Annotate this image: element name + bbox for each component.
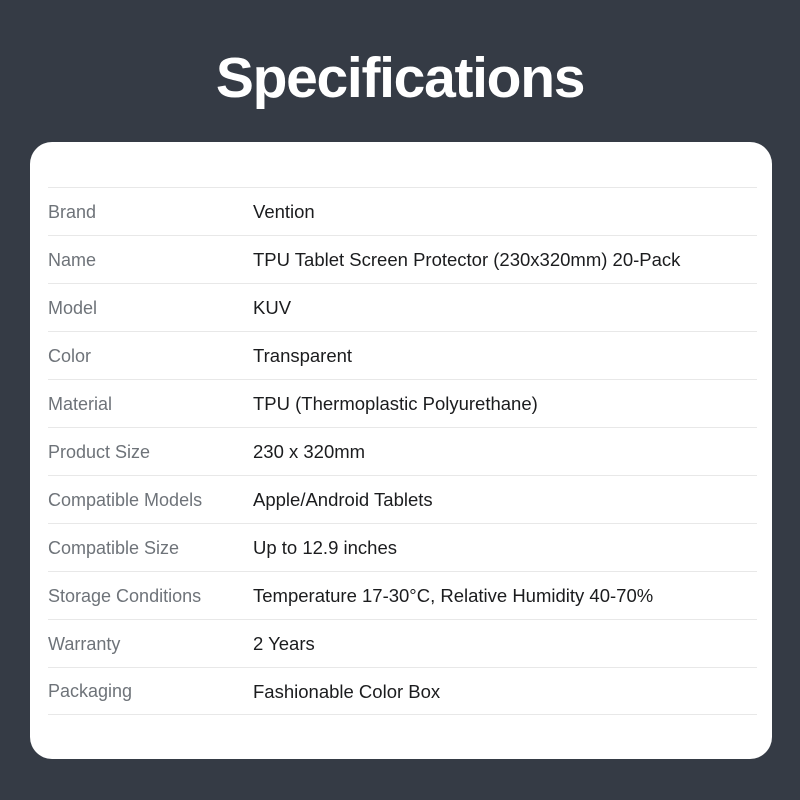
spec-label: Compatible Size <box>48 537 180 558</box>
spec-label: Storage Conditions <box>48 585 202 606</box>
table-row: Product Size 230 x 320mm <box>48 427 757 475</box>
spec-label: Warranty <box>48 633 121 654</box>
spec-label: Material <box>48 393 113 414</box>
spec-value: KUV <box>253 297 292 318</box>
table-row: Compatible Models Apple/Android Tablets <box>48 475 757 523</box>
specifications-table: Brand Vention Name TPU Tablet Screen Protec… <box>48 187 757 715</box>
spec-value: Vention <box>253 201 315 222</box>
spec-value: Fashionable Color Box <box>253 680 441 702</box>
table-row: Packaging Fashionable Color Box <box>48 667 757 715</box>
spec-label: Name <box>48 249 97 270</box>
spec-value: Temperature 17-30°C, Relative Humidity 4… <box>253 585 654 606</box>
table-row: Material TPU (Thermoplastic Polyurethane) <box>48 379 757 427</box>
page-title: Specifications <box>215 46 586 110</box>
spec-value: Up to 12.9 inches <box>253 537 397 558</box>
specifications-page: Specifications Brand Vention Name TPU Table… <box>0 0 800 800</box>
spec-value: TPU Tablet Screen Protector (230x320mm) … <box>253 249 681 270</box>
table-row: Model KUV <box>48 283 757 331</box>
table-row: Storage Conditions Temperature 17-30°C, R… <box>48 571 757 619</box>
spec-value: 230 x 320mm <box>253 441 366 462</box>
spec-label: Packaging <box>48 681 133 701</box>
table-row: Brand Vention <box>48 187 757 235</box>
spec-value: Apple/Android Tablets <box>253 489 433 510</box>
spec-label: Model <box>48 297 98 318</box>
table-row: Name TPU Tablet Screen Protector (230x320… <box>48 235 757 283</box>
spec-label: Brand <box>48 201 97 222</box>
spec-label: Product Size <box>48 441 151 462</box>
table-row: Warranty 2 Years <box>48 619 757 667</box>
specifications-card: Brand Vention Name TPU Tablet Screen Protec… <box>30 142 772 759</box>
table-row: Color Transparent <box>48 331 757 379</box>
table-row: Compatible Size Up to 12.9 inches <box>48 523 757 571</box>
spec-value: Transparent <box>253 345 353 366</box>
spec-label: Color <box>48 345 92 366</box>
spec-label: Compatible Models <box>48 489 203 510</box>
spec-value: TPU (Thermoplastic Polyurethane) <box>253 393 538 414</box>
spec-value: 2 Years <box>253 633 315 654</box>
